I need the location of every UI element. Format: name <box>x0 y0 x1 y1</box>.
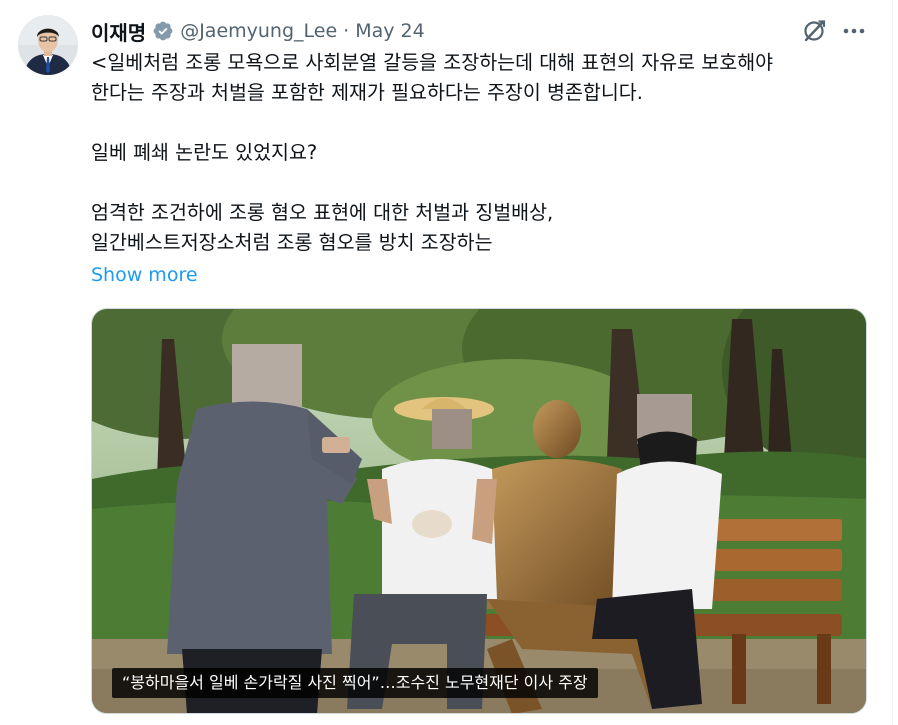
grok-icon[interactable] <box>800 17 828 45</box>
tweet-text-line: 일간베스트저장소처럼 조롱 혐오를 방치 조장하는 <box>91 231 493 254</box>
tweet-text-line: 일베 폐쇄 논란도 있었지요? <box>91 141 318 164</box>
header-separator: · <box>343 20 350 42</box>
avatar-image <box>18 15 78 75</box>
tweet-text-line <box>91 108 871 138</box>
tweet-text-line: 엄격한 조건하에 조롱 혐오 표현에 대한 처벌과 징벌배상, <box>91 201 554 224</box>
tweet-date[interactable]: May 24 <box>355 20 425 42</box>
tweet-text-line: <일베처럼 조롱 모욕으로 사회분열 갈등을 조장하는데 대해 표현의 자유로 … <box>91 51 774 74</box>
media-photo <box>92 309 866 713</box>
verified-badge-icon <box>153 21 173 41</box>
author-handle[interactable]: @Jaemyung_Lee <box>180 20 337 42</box>
tweet-header: 이재명 @Jaemyung_Lee · May 24 <box>91 16 425 46</box>
media-caption: “봉하마을서 일베 손가락질 사진 찍어”…조수진 노무현재단 이사 주장 <box>112 668 598 698</box>
more-options-icon[interactable] <box>840 17 868 45</box>
tweet[interactable]: 이재명 @Jaemyung_Lee · May 24 <일베처럼 조롱 모욕으로… <box>0 0 898 725</box>
column-divider <box>892 0 893 725</box>
avatar[interactable] <box>18 15 78 75</box>
tweet-text-line <box>91 168 871 198</box>
tweet-text: <일베처럼 조롱 모욕으로 사회분열 갈등을 조장하는데 대해 표현의 자유로 … <box>91 48 871 258</box>
show-more-link[interactable]: Show more <box>91 260 198 290</box>
tweet-media[interactable]: “봉하마을서 일베 손가락질 사진 찍어”…조수진 노무현재단 이사 주장 <box>91 308 867 714</box>
author-name[interactable]: 이재명 <box>91 17 146 46</box>
tweet-text-line: 한다는 주장과 처벌을 포함한 제재가 필요하다는 주장이 병존합니다. <box>91 81 643 104</box>
